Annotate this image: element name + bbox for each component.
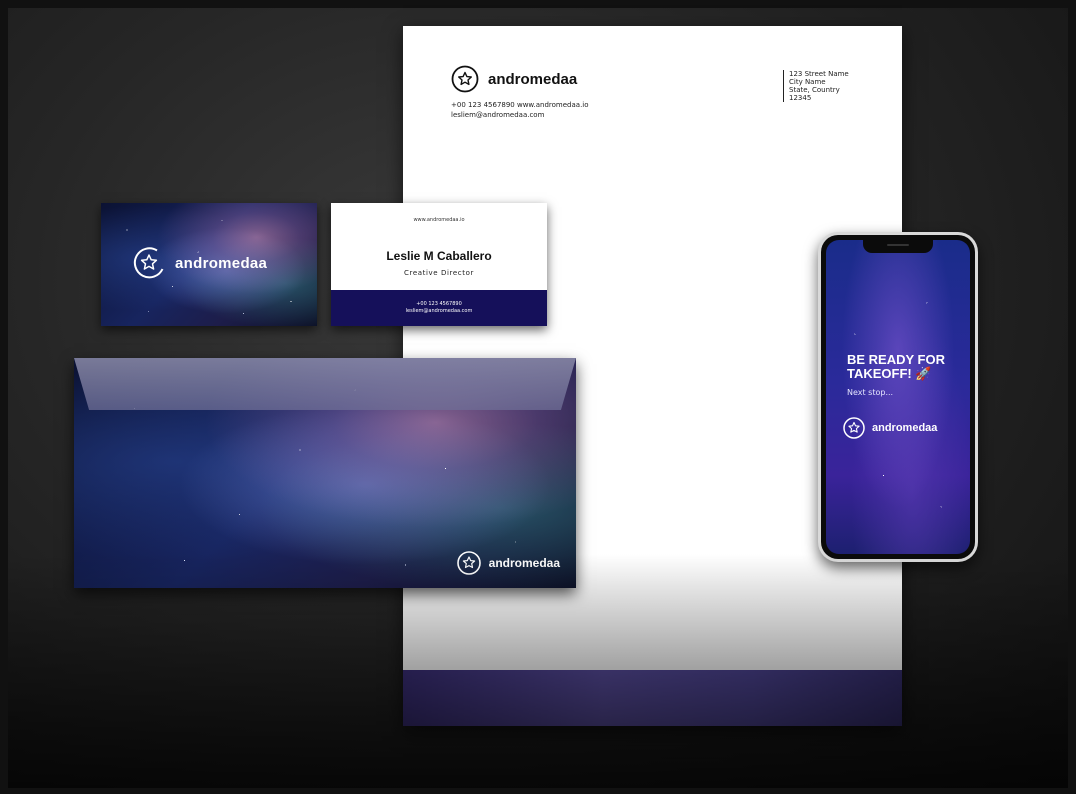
card-phone: +00 123 4567890	[416, 301, 462, 307]
phone-mockup: BE READY FOR TAKEOFF! 🚀 Next stop... and…	[818, 232, 978, 562]
mockup-background: andromedaa +00 123 4567890 www.andromeda…	[8, 8, 1068, 788]
card-job-title: Creative Director	[404, 269, 474, 277]
address-line: 12345	[789, 94, 812, 102]
card-email: lesliem@andromedaa.com	[405, 308, 473, 314]
phone-brand-name: andromedaa	[872, 422, 938, 434]
phone-subline: Next stop...	[847, 388, 894, 397]
letterhead-contact: +00 123 4567890 www.andromedaa.io leslie…	[451, 100, 589, 120]
star-in-ring-icon	[133, 247, 164, 279]
letterhead-footer-band	[403, 670, 902, 726]
envelope-brand-name: andromedaa	[488, 556, 560, 570]
phone-headline: BE READY FOR TAKEOFF! 🚀	[847, 352, 945, 381]
card-contact-band: +00 123 4567890 lesliem@andromedaa.com	[331, 290, 547, 326]
card-front-logo: andromedaa	[131, 245, 267, 281]
star-in-ring-icon	[451, 65, 479, 93]
address-line: State, Country	[789, 86, 840, 94]
address-line: 123 Street Name	[789, 70, 849, 78]
card-person-name: Leslie M Caballero	[386, 249, 492, 263]
card-front-brand-name: andromedaa	[175, 254, 268, 272]
address-line: City Name	[789, 78, 826, 86]
phone-notch	[863, 240, 933, 253]
business-card-front: andromedaa	[101, 203, 317, 326]
letterhead-logo: andromedaa	[450, 64, 577, 94]
phone-logo: andromedaa	[842, 416, 937, 440]
letterhead-phone-web: +00 123 4567890 www.andromedaa.io	[451, 101, 589, 109]
star-in-ring-icon	[843, 417, 865, 439]
phone-screen: BE READY FOR TAKEOFF! 🚀 Next stop... and…	[826, 240, 970, 554]
envelope: andromedaa	[74, 358, 576, 588]
envelope-logo: andromedaa	[456, 550, 560, 576]
card-website: www.andromedaa.io	[413, 217, 465, 223]
business-card-back: www.andromedaa.io Leslie M Caballero Cre…	[331, 203, 547, 326]
letterhead-brand-name: andromedaa	[488, 70, 578, 88]
letterhead-email: lesliem@andromedaa.com	[451, 111, 545, 119]
star-in-ring-icon	[456, 551, 481, 575]
phone-bezel: BE READY FOR TAKEOFF! 🚀 Next stop... and…	[821, 235, 975, 559]
envelope-flap	[74, 358, 576, 410]
letterhead-address: 123 Street Name City Name State, Country…	[783, 70, 849, 102]
